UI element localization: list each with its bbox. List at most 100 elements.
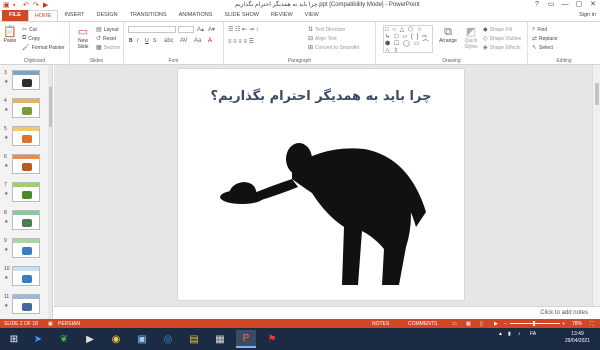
shape-effects-button[interactable]: ◈ Shape Effects <box>483 44 521 52</box>
taskbar-window[interactable]: ▣ <box>132 330 152 348</box>
sorter-view-icon[interactable]: ▦ <box>466 321 471 327</box>
taskbar-app[interactable]: ❦ <box>54 330 74 348</box>
taskbar-powerpoint[interactable]: P <box>236 330 256 348</box>
reset-button[interactable]: ↺ Reset <box>96 35 116 43</box>
tab-insert[interactable]: INSERT <box>58 10 90 21</box>
present-icon[interactable]: ▶ <box>43 2 50 9</box>
thumbnail-preview[interactable] <box>12 266 40 286</box>
start-button[interactable]: ⊞ <box>4 330 24 348</box>
notes-button[interactable]: NOTES <box>372 321 389 327</box>
shape-fill-button[interactable]: ◆ Shape Fill <box>483 26 512 34</box>
slide-thumbnail[interactable]: 9 ★ <box>0 237 52 263</box>
select-button[interactable]: ↖ Select <box>532 44 553 52</box>
current-slide[interactable]: چرا باید به همدیگر احترام بگذاریم؟ <box>178 69 464 300</box>
bullets-icon[interactable]: ☰ ☷ ⇤ ⇥ ↕ <box>228 26 258 33</box>
copy-button[interactable]: ⧉ Copy <box>22 35 40 42</box>
text-direction-button[interactable]: ⇅ Text Direction <box>308 26 345 34</box>
taskbar-browser[interactable]: ◎ <box>158 330 178 348</box>
sign-in-link[interactable]: Sign in <box>579 12 596 18</box>
slide-thumbnails-pane[interactable]: 3 ★ 4 ★ 5 ★ 6 ★ 7 ★ 8 ★ 9 ★ 10 ★ 11 ★ <box>0 65 53 319</box>
notes-pane[interactable]: Click to add notes <box>54 306 600 319</box>
italic-button[interactable]: I <box>137 38 138 44</box>
zoom-slider-handle[interactable] <box>533 321 535 326</box>
spellcheck-icon[interactable]: ▣ <box>48 321 53 327</box>
taskbar-clock[interactable]: 13:49 29/04/2021 <box>565 331 590 345</box>
slide-thumbnail[interactable]: 7 ★ <box>0 181 52 207</box>
ribbon-display-button[interactable]: ▭ <box>544 0 558 10</box>
format-painter-button[interactable]: 🖌 Format Painter <box>22 44 65 52</box>
language-indicator[interactable]: PERSIAN <box>58 321 80 327</box>
slide-thumbnail[interactable]: 4 ★ <box>0 97 52 123</box>
thumbnail-preview[interactable] <box>12 238 40 258</box>
tab-file[interactable]: FILE <box>2 10 28 21</box>
editor-scrollbar[interactable] <box>592 65 600 306</box>
font-family-select[interactable] <box>128 26 176 33</box>
layout-button[interactable]: ▤ Layout <box>96 26 119 34</box>
align-text-button[interactable]: ⊟ Align Text <box>308 35 337 43</box>
new-slide-button[interactable]: ▭ New Slide <box>72 26 94 50</box>
language-tray[interactable]: FA <box>530 331 536 337</box>
section-button[interactable]: ▦ Section <box>96 44 120 52</box>
tab-view[interactable]: VIEW <box>299 10 325 21</box>
tray-arrow-icon[interactable]: ▲ <box>498 331 503 337</box>
slide-thumbnail[interactable]: 10 ★ <box>0 265 52 291</box>
char-spacing-icon[interactable]: AV <box>180 38 188 44</box>
reading-view-icon[interactable]: ▯ <box>480 321 483 327</box>
slide-title[interactable]: چرا باید به همدیگر احترام بگذاریم؟ <box>178 89 464 104</box>
change-case-icon[interactable]: Aa <box>194 38 201 44</box>
slide-thumbnail[interactable]: 8 ★ <box>0 209 52 235</box>
minimize-button[interactable]: — <box>558 0 572 10</box>
taskbar-player[interactable]: ▶ <box>80 330 100 348</box>
shapes-gallery[interactable]: □ ○ △ ⬠ ☆ ↳ ⬡ ▱ { } ⇨ ⬢ ☐ ◯ ▭ ⌒ △ ⇧ <box>383 25 433 53</box>
fit-slide-icon[interactable]: ⛶ <box>590 321 594 327</box>
help-button[interactable]: ? <box>530 0 544 10</box>
shrink-font-icon[interactable]: A▾ <box>208 26 215 33</box>
volume-icon[interactable]: ♪ <box>518 331 521 337</box>
bowing-man-silhouette[interactable] <box>214 127 444 287</box>
replace-button[interactable]: ⇄ Replace <box>532 35 557 43</box>
quick-styles-button[interactable]: ◩ Quick Styles <box>460 26 482 50</box>
undo-icon[interactable]: ↶ <box>23 2 30 9</box>
slide-thumbnail[interactable]: 3 ★ <box>0 69 52 95</box>
tab-slide-show[interactable]: SLIDE SHOW <box>218 10 265 21</box>
shape-outline-button[interactable]: ◇ Shape Outline <box>483 35 521 43</box>
thumbnail-preview[interactable] <box>12 294 40 314</box>
underline-button[interactable]: U <box>145 38 149 44</box>
tab-home[interactable]: HOME <box>27 10 59 21</box>
network-icon[interactable]: ▮ <box>508 331 511 337</box>
find-button[interactable]: ⌕ Find <box>532 26 547 33</box>
slide-thumbnail[interactable]: 5 ★ <box>0 125 52 151</box>
slide-thumbnail[interactable]: 11 ★ <box>0 293 52 319</box>
tab-animations[interactable]: ANIMATIONS <box>173 10 219 21</box>
slide-thumbnail[interactable]: 6 ★ <box>0 153 52 179</box>
tab-design[interactable]: DESIGN <box>91 10 124 21</box>
thumbnail-scrollbar[interactable] <box>48 65 52 319</box>
restore-button[interactable]: ▢ <box>572 0 586 10</box>
thumbnail-preview[interactable] <box>12 210 40 230</box>
thumbnail-preview[interactable] <box>12 70 40 90</box>
arrange-button[interactable]: ⧉ Arrange <box>438 26 458 44</box>
thumbnail-preview[interactable] <box>12 126 40 146</box>
taskbar-explorer[interactable]: ▤ <box>184 330 204 348</box>
tab-review[interactable]: REVIEW <box>265 10 299 21</box>
align-icons[interactable]: ≡ ≡ ≡ ≡ ☰ <box>228 38 254 45</box>
strikethrough-icon[interactable]: abc <box>164 38 174 44</box>
font-size-select[interactable] <box>178 26 194 33</box>
zoom-out-button[interactable]: − <box>504 321 507 327</box>
paste-button[interactable]: 📋 Paste <box>2 26 18 44</box>
taskbar-chrome[interactable]: ◉ <box>106 330 126 348</box>
slideshow-view-icon[interactable]: ▶ <box>494 321 498 327</box>
thumbnail-scroll-thumb[interactable] <box>49 87 52 127</box>
comments-button[interactable]: COMMENTS <box>408 321 437 327</box>
redo-icon[interactable]: ↷ <box>33 2 40 9</box>
save-icon[interactable]: ▪ <box>13 2 20 9</box>
editor-scroll-thumb[interactable] <box>595 83 599 105</box>
thumbnail-preview[interactable] <box>12 182 40 202</box>
zoom-slider[interactable] <box>510 323 560 324</box>
taskbar-acrobat[interactable]: ⚑ <box>262 330 282 348</box>
thumbnail-preview[interactable] <box>12 98 40 118</box>
grow-font-icon[interactable]: A▴ <box>197 26 204 33</box>
font-color-icon[interactable]: A <box>208 38 212 44</box>
close-button[interactable]: ✕ <box>586 0 600 10</box>
taskbar-telegram[interactable]: ➤ <box>28 330 48 348</box>
